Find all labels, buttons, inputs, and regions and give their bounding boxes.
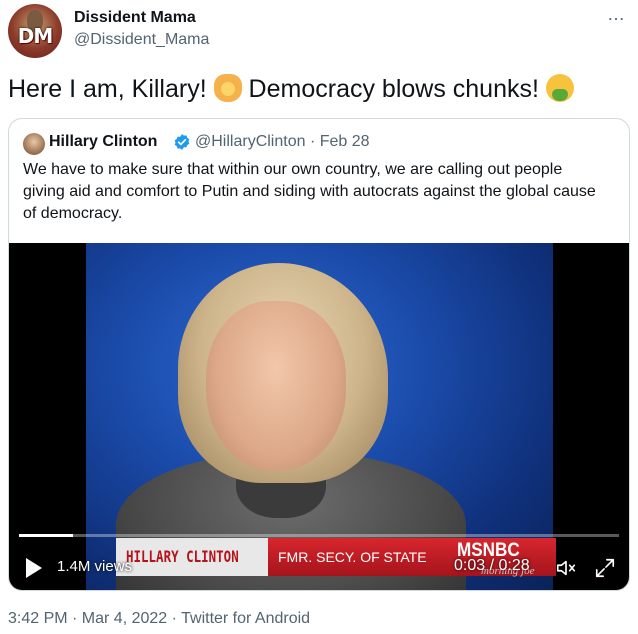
tweet-timestamp-source[interactable]: 3:42 PM · Mar 4, 2022 · Twitter for Andr… <box>8 610 310 628</box>
author-avatar[interactable]: DM <box>8 4 62 58</box>
play-icon[interactable] <box>26 558 42 578</box>
video-progress-bar[interactable] <box>19 534 619 537</box>
lower-third-title: FMR. SECY. OF STATE <box>278 549 427 565</box>
fullscreen-icon[interactable] <box>594 557 616 579</box>
verified-badge-icon <box>174 134 190 150</box>
quoted-handle-date[interactable]: @HillaryClinton · Feb 28 <box>195 133 370 151</box>
video-subject-face <box>206 301 346 471</box>
mute-icon[interactable] <box>555 557 577 579</box>
quoted-author-name[interactable]: Hillary Clinton <box>49 133 157 151</box>
person-raising-hand-emoji <box>213 74 242 102</box>
quoted-tweet-text: We have to make sure that within our own… <box>23 161 596 222</box>
author-name[interactable]: Dissident Mama <box>74 9 196 27</box>
view-count: 1.4M views <box>57 558 133 575</box>
tweet-text-part2: Democracy blows chunks! <box>241 75 546 103</box>
lower-third-name-box: HILLARY CLINTON <box>116 538 268 576</box>
tweet-text: Here I am, Killary! Democracy blows chun… <box>8 72 574 106</box>
tweet-text-part1: Here I am, Killary! <box>8 75 214 103</box>
quoted-tweet-card[interactable]: Hillary Clinton @HillaryClinton · Feb 28… <box>8 118 630 591</box>
face-vomiting-emoji <box>545 74 574 102</box>
video-time: 0:03 / 0:28 <box>454 557 530 574</box>
avatar-logo-text: DM <box>17 24 54 48</box>
quoted-author-avatar[interactable] <box>23 133 45 155</box>
video-player[interactable]: HILLARY CLINTON FMR. SECY. OF STATE MSNB… <box>9 243 629 590</box>
lower-third-name: HILLARY CLINTON <box>126 547 239 566</box>
author-handle[interactable]: @Dissident_Mama <box>74 31 209 49</box>
video-progress-fill <box>19 534 73 537</box>
more-options-icon[interactable]: … <box>607 4 626 25</box>
